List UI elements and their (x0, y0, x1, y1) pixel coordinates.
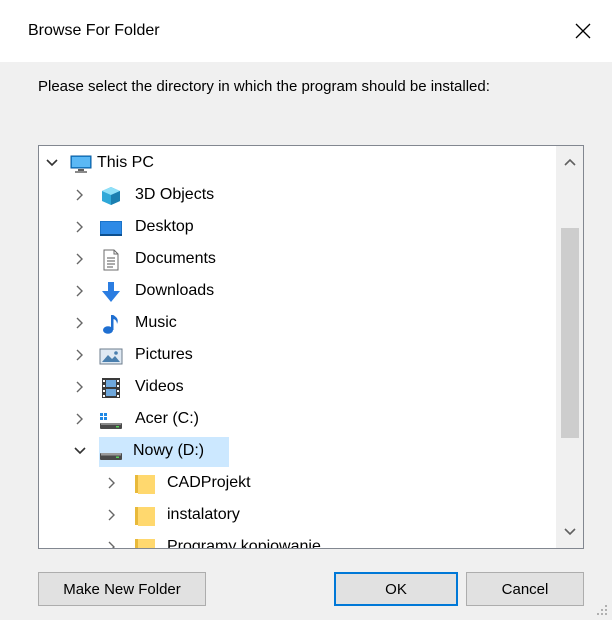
tree-item-music[interactable]: Music (39, 308, 556, 340)
ok-button[interactable]: OK (334, 572, 458, 606)
tree-item-instalatory[interactable]: instalatory (39, 500, 556, 532)
tree-item-label: Downloads (135, 282, 215, 299)
videos-icon (102, 378, 120, 398)
tree-item-3d-objects[interactable]: 3D Objects (39, 180, 556, 212)
pictures-icon (99, 348, 123, 365)
tree-item-label: Nowy (D:) (133, 442, 205, 459)
tree-item-pictures[interactable]: Pictures (39, 340, 556, 372)
tree-item-programy-kopiowanie[interactable]: Programy kopiowanie (39, 532, 556, 548)
window-title: Browse For Folder (28, 22, 160, 39)
folder-icon (135, 539, 155, 548)
close-icon (575, 23, 591, 39)
chevron-down-icon[interactable] (45, 156, 59, 170)
chevron-right-icon[interactable] (73, 252, 87, 266)
music-icon (103, 315, 118, 334)
tree-item-label: Programy kopiowanie (167, 538, 321, 548)
tree-item-downloads[interactable]: Downloads (39, 276, 556, 308)
tree-item-label: 3D Objects (135, 186, 215, 203)
desktop-icon (100, 221, 122, 236)
tree-item-label: Videos (135, 378, 184, 395)
tree-item-label: Pictures (135, 346, 193, 363)
chevron-right-icon[interactable] (73, 380, 87, 394)
tree-item-this-pc[interactable]: This PC (39, 148, 556, 180)
chevron-right-icon[interactable] (73, 316, 87, 330)
resize-grip-icon[interactable] (596, 604, 608, 616)
vertical-scrollbar[interactable] (556, 146, 583, 548)
documents-icon (103, 249, 119, 271)
chevron-up-icon (563, 158, 576, 166)
tree-item-label: Desktop (135, 218, 194, 235)
make-new-folder-button[interactable]: Make New Folder (38, 572, 206, 606)
downloads-icon (102, 282, 120, 302)
tree-item-label: instalatory (167, 506, 240, 523)
folder-icon (135, 475, 155, 494)
tree-item-label: Music (135, 314, 177, 331)
chevron-right-icon[interactable] (105, 508, 119, 522)
tree-item-nowy-d[interactable]: Nowy (D:) (39, 436, 556, 468)
folder-tree[interactable]: This PC 3D Objects Desktop Documents Dow… (38, 145, 584, 549)
chevron-right-icon[interactable] (73, 348, 87, 362)
instruction-text: Please select the directory in which the… (38, 78, 490, 95)
system-drive-icon (100, 413, 122, 429)
chevron-right-icon[interactable] (73, 220, 87, 234)
drive-icon (100, 453, 122, 460)
chevron-down-icon[interactable] (73, 444, 87, 458)
3d-objects-icon (102, 187, 120, 205)
scroll-up-button[interactable] (556, 150, 583, 174)
computer-icon (70, 155, 92, 173)
tree-item-desktop[interactable]: Desktop (39, 212, 556, 244)
chevron-right-icon[interactable] (73, 188, 87, 202)
scroll-down-button[interactable] (556, 520, 583, 544)
tree-item-cadprojekt[interactable]: CADProjekt (39, 468, 556, 500)
tree-item-acer-c[interactable]: Acer (C:) (39, 404, 556, 436)
folder-icon (135, 507, 155, 526)
browse-for-folder-dialog: Browse For Folder Please select the dire… (0, 0, 612, 620)
chevron-right-icon[interactable] (73, 284, 87, 298)
title-bar: Browse For Folder (0, 0, 612, 62)
tree-item-label: This PC (97, 154, 154, 171)
scrollbar-thumb[interactable] (561, 228, 579, 438)
tree-item-label: Acer (C:) (135, 410, 199, 427)
tree-item-documents[interactable]: Documents (39, 244, 556, 276)
chevron-right-icon[interactable] (73, 412, 87, 426)
close-button[interactable] (560, 10, 606, 52)
tree-item-label: CADProjekt (167, 474, 251, 491)
folder-tree-list: This PC 3D Objects Desktop Documents Dow… (39, 146, 556, 548)
chevron-right-icon[interactable] (105, 476, 119, 490)
chevron-down-icon (563, 528, 576, 536)
chevron-right-icon[interactable] (105, 540, 119, 548)
cancel-button[interactable]: Cancel (466, 572, 584, 606)
tree-item-videos[interactable]: Videos (39, 372, 556, 404)
tree-item-label: Documents (135, 250, 216, 267)
